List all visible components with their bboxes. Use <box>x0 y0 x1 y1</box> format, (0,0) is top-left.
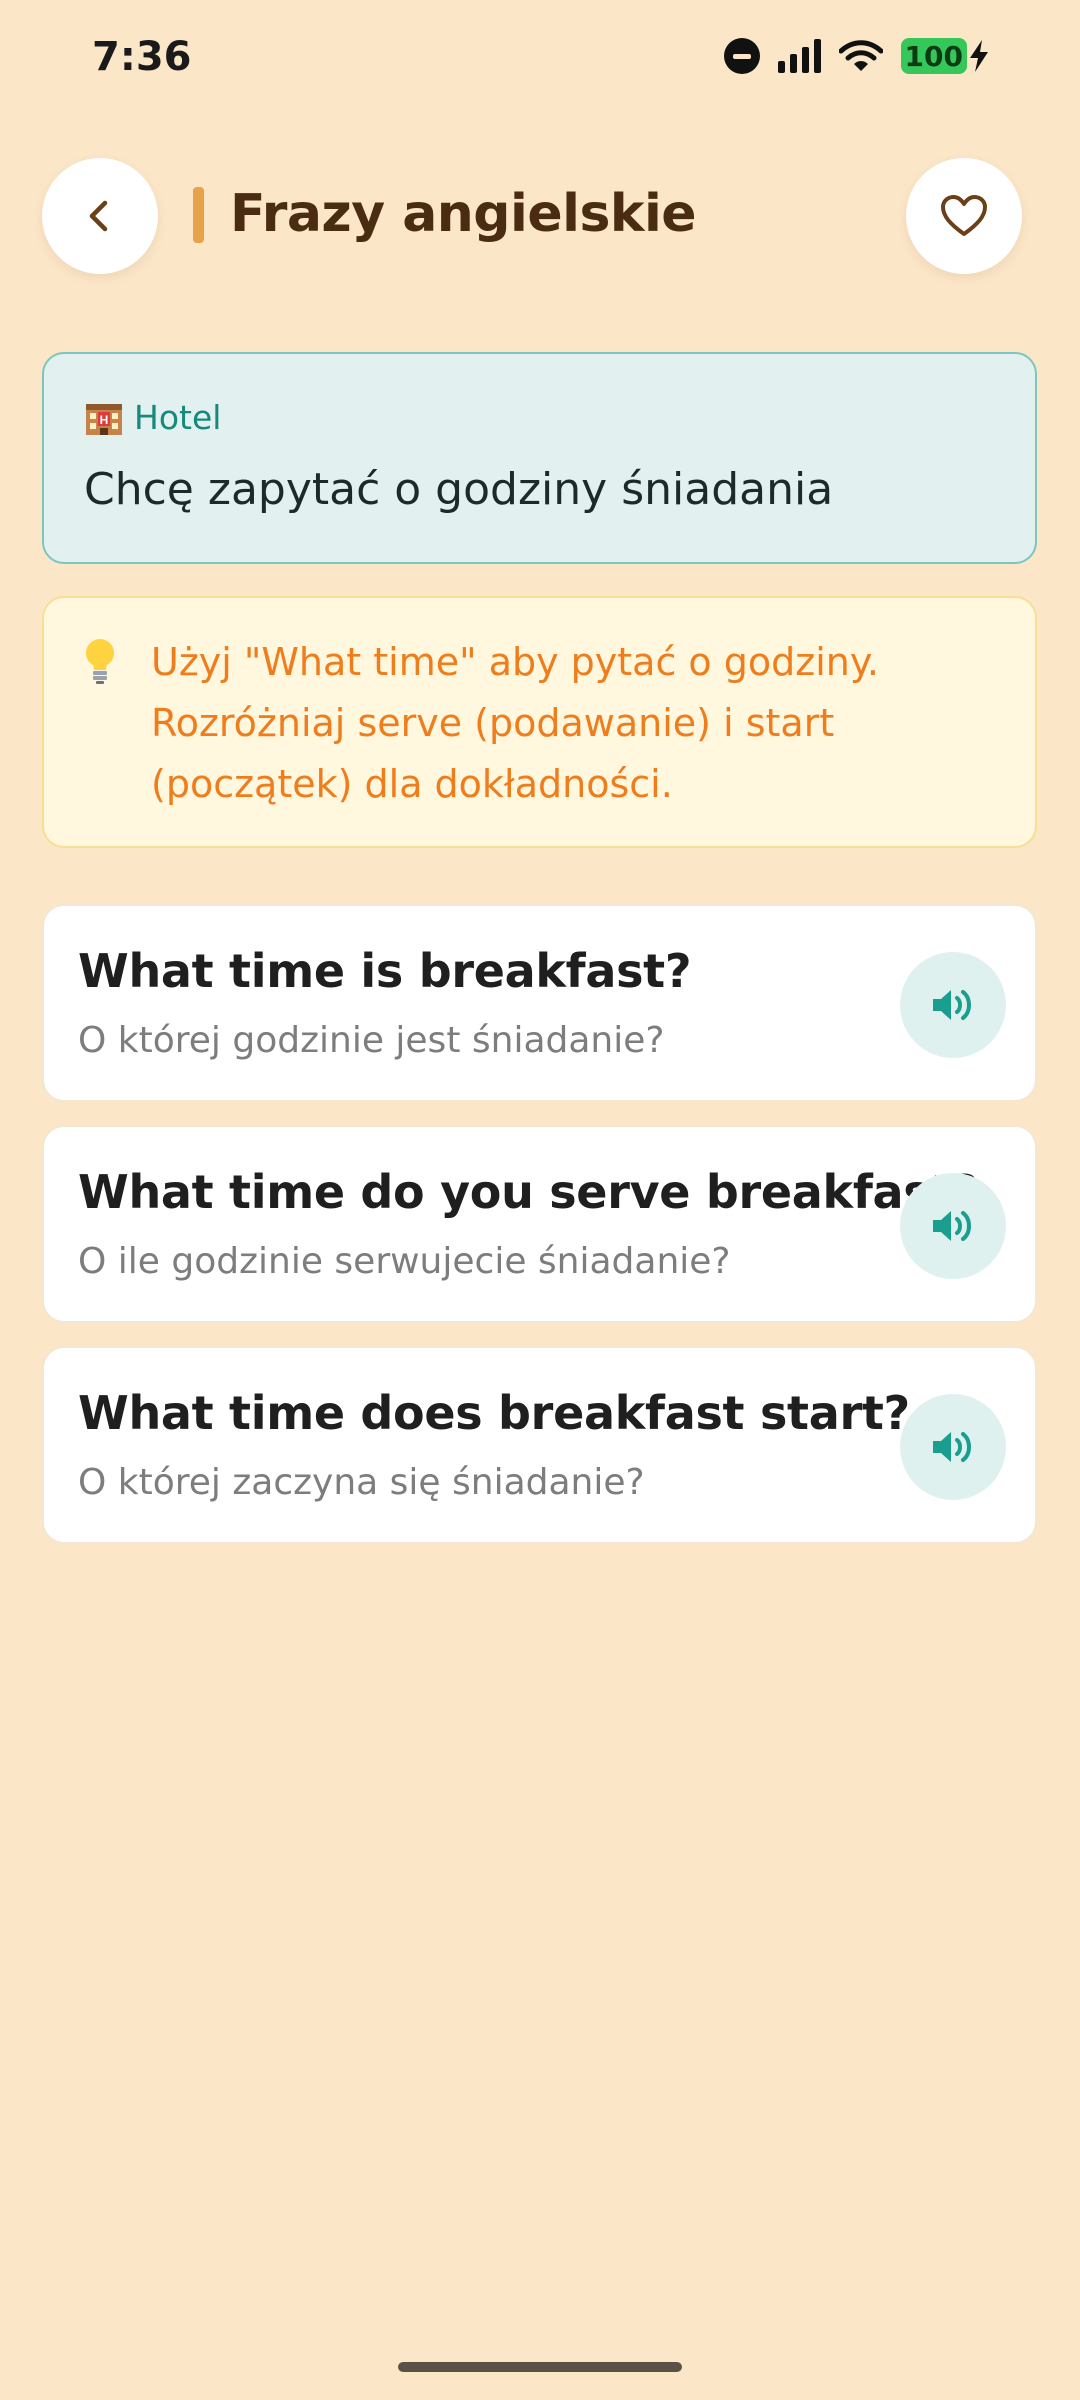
wifi-icon <box>838 40 883 71</box>
context-category: H Hotel <box>84 398 221 437</box>
favorite-button[interactable] <box>906 158 1022 274</box>
phrase-english: What time do you serve breakfast? <box>78 1165 979 1219</box>
phrase-english: What time does breakfast start? <box>78 1386 910 1440</box>
status-time: 7:36 <box>92 34 192 80</box>
hotel-icon: H <box>86 403 122 435</box>
phrase-card[interactable]: What time is breakfast? O której godzini… <box>42 904 1037 1102</box>
speaker-icon <box>933 1432 971 1462</box>
status-icons: 100 <box>723 38 990 74</box>
speaker-icon <box>933 990 971 1020</box>
battery-indicator: 100 <box>900 38 990 74</box>
heart-outline-icon <box>941 195 987 236</box>
back-button[interactable] <box>42 158 158 274</box>
context-text: Chcę zapytać o godziny śniadania <box>84 464 834 515</box>
tip-card: Użyj "What time" aby pytać o godziny. Ro… <box>42 596 1037 848</box>
chevron-left-icon <box>89 200 108 232</box>
charging-bolt-icon <box>970 40 988 72</box>
phrase-translation: O której godzinie jest śniadanie? <box>78 1020 665 1061</box>
phrase-card[interactable]: What time does breakfast start? O której… <box>42 1346 1037 1544</box>
home-indicator[interactable] <box>398 2362 682 2372</box>
speaker-icon <box>933 1211 971 1241</box>
play-audio-button[interactable] <box>900 952 1006 1058</box>
phrase-card[interactable]: What time do you serve breakfast? O ile … <box>42 1125 1037 1323</box>
phrase-screen: 7:36 100 Frazy angielskie H Hotel Chcę z… <box>0 0 1080 2400</box>
phrase-english: What time is breakfast? <box>78 944 692 998</box>
context-card: H Hotel Chcę zapytać o godziny śniadania <box>42 352 1037 564</box>
lightbulb-icon <box>86 639 114 684</box>
tip-text: Użyj "What time" aby pytać o godziny. Ro… <box>151 640 879 806</box>
play-audio-button[interactable] <box>900 1394 1006 1500</box>
play-audio-button[interactable] <box>900 1173 1006 1279</box>
title-accent-bar <box>193 187 204 243</box>
page-title: Frazy angielskie <box>230 184 697 244</box>
do-not-disturb-icon <box>723 38 760 74</box>
phrase-translation: O ile godzinie serwujecie śniadanie? <box>78 1241 731 1282</box>
status-bar: 7:36 100 <box>0 0 1080 120</box>
svg-text:H: H <box>100 413 109 427</box>
signal-icon <box>777 39 821 73</box>
context-category-label: Hotel <box>134 398 222 437</box>
phrase-translation: O której zaczyna się śniadanie? <box>78 1462 645 1503</box>
battery-level: 100 <box>900 38 967 74</box>
